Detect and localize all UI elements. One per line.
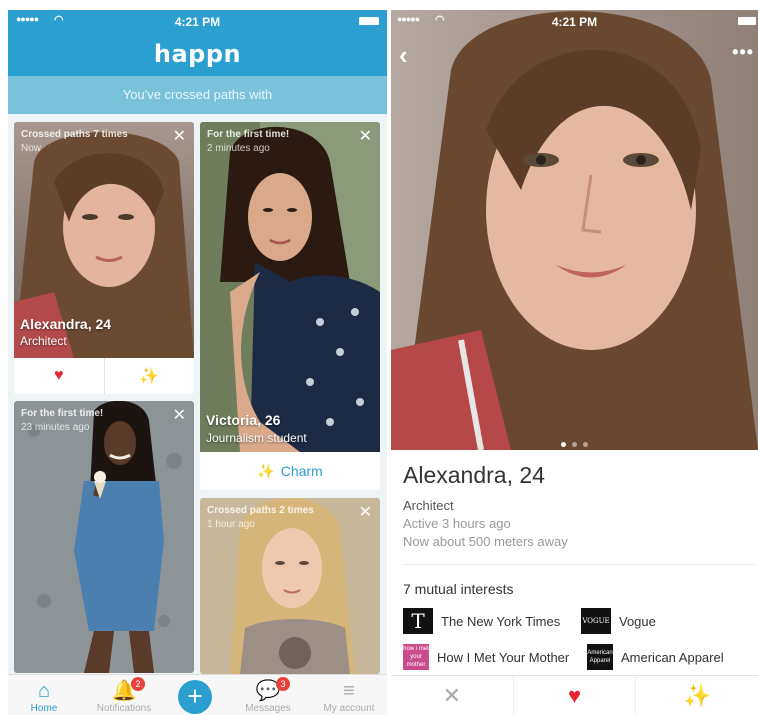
interest-item[interactable]: T The New York Times xyxy=(403,607,561,635)
home-icon: ⌂ xyxy=(37,680,51,702)
nyt-logo-icon: T xyxy=(403,608,433,634)
crossed-count: For the first time! xyxy=(21,408,104,419)
tab-my-account[interactable]: ≡ My account xyxy=(313,675,385,715)
interest-name: The New York Times xyxy=(441,613,561,629)
battery-icon xyxy=(359,17,379,25)
profile-detail-screen: ●●●●● ◠ 4:21 PM ‹ ••• Alexandra, 24 Arch… xyxy=(391,10,758,715)
notification-badge: 2 xyxy=(131,677,145,691)
like-heart-icon[interactable]: ♥ xyxy=(512,676,636,715)
charm-wand-icon[interactable]: ✨ xyxy=(103,358,195,394)
profile-photo[interactable]: For the first time! 2 minutes ago ✕ Vict… xyxy=(200,122,380,452)
profile-photo[interactable]: Crossed paths 7 times Now ✕ Alexandra, 2… xyxy=(14,122,194,358)
close-icon[interactable]: ✕ xyxy=(173,405,186,425)
status-bar: ●●●●● ◠ 4:21 PM xyxy=(391,10,758,32)
profile-name: Victoria, 26 xyxy=(206,412,281,428)
plus-icon[interactable]: + xyxy=(178,680,212,714)
profile-job: Architect xyxy=(20,334,67,348)
alexandra-large-photo-image xyxy=(391,10,758,450)
close-icon[interactable]: ✕ xyxy=(173,126,186,146)
profile-hero-photo[interactable]: ●●●●● ◠ 4:21 PM ‹ ••• xyxy=(391,10,758,450)
app-header: ●●●●● ◠ 4:21 PM happn xyxy=(8,10,387,76)
status-bar: ●●●●● ◠ 4:21 PM xyxy=(8,10,387,32)
close-icon[interactable]: ✕ xyxy=(359,126,372,146)
interest-item[interactable]: American Apparel American Apparel xyxy=(587,643,724,671)
charm-label: Charm xyxy=(280,463,323,479)
profile-card-4[interactable]: Crossed paths 2 times 1 hour ago ✕ xyxy=(200,498,380,674)
profile-card-victoria[interactable]: For the first time! 2 minutes ago ✕ Vict… xyxy=(200,122,380,490)
card-actions: ♥ ✨ xyxy=(14,358,194,394)
tab-label: My account xyxy=(323,703,375,714)
profile-photo[interactable]: Crossed paths 2 times 1 hour ago ✕ xyxy=(200,498,380,674)
charm-action[interactable]: ✨ Charm xyxy=(200,452,380,490)
app-logo: happn xyxy=(153,40,242,68)
charm-wand-icon[interactable]: ✨ xyxy=(635,676,758,715)
crossed-time: 1 hour ago xyxy=(207,519,255,530)
tab-label: Notifications xyxy=(96,703,152,714)
profile-card-3[interactable]: For the first time! 23 minutes ago ✕ xyxy=(14,401,194,673)
interest-item[interactable]: VOGUE Vogue xyxy=(581,607,656,635)
charm-button[interactable]: ✨ Charm xyxy=(200,452,380,490)
crossed-count: Crossed paths 7 times xyxy=(21,129,128,140)
pager-dot[interactable] xyxy=(572,442,577,447)
profile-active-status: Active 3 hours ago xyxy=(403,516,511,531)
profile-distance: Now about 500 meters away xyxy=(403,534,568,549)
profile-name: Alexandra, 24 xyxy=(403,462,545,488)
profile-job: Journalism student xyxy=(206,431,307,445)
crossed-paths-banner: You've crossed paths with xyxy=(8,76,387,114)
bell-icon: 🔔 xyxy=(111,680,137,702)
crossed-count: Crossed paths 2 times xyxy=(207,505,314,516)
photo-pager[interactable] xyxy=(391,434,758,450)
interest-name: American Apparel xyxy=(621,649,724,665)
status-time: 4:21 PM xyxy=(174,15,221,29)
message-badge: 3 xyxy=(276,677,290,691)
tab-messages[interactable]: 💬 3 Messages xyxy=(236,675,300,715)
happn-feed-screen: ●●●●● ◠ 4:21 PM happn You've crossed pat… xyxy=(8,10,387,715)
american-apparel-logo-icon: American Apparel xyxy=(587,644,613,670)
profile-photo[interactable]: For the first time! 23 minutes ago ✕ xyxy=(14,401,194,673)
vogue-logo-icon: VOGUE xyxy=(581,608,611,634)
crossed-count: For the first time! xyxy=(207,129,290,140)
close-icon[interactable]: ✕ xyxy=(359,502,372,522)
bottom-tab-bar: ⌂ Home 🔔 2 Notifications + 💬 3 Messages … xyxy=(8,674,387,715)
profile-action-bar: ✕ ♥ ✨ xyxy=(391,675,758,715)
divider xyxy=(403,564,758,565)
back-chevron-icon[interactable]: ‹ xyxy=(399,40,408,71)
profile-card-alexandra[interactable]: Crossed paths 7 times Now ✕ Alexandra, 2… xyxy=(14,122,194,394)
chat-icon: 💬 xyxy=(255,680,281,702)
woman-wall-photo-image xyxy=(14,401,194,673)
interest-name: How I Met Your Mother xyxy=(437,649,570,665)
tab-label: Home xyxy=(30,703,58,714)
crossed-time: 2 minutes ago xyxy=(207,143,270,154)
tab-home[interactable]: ⌂ Home xyxy=(12,675,76,715)
profile-name: Alexandra, 24 xyxy=(20,316,112,332)
crossed-time: 23 minutes ago xyxy=(21,422,90,433)
pager-dot[interactable] xyxy=(561,442,566,447)
tab-notifications[interactable]: 🔔 2 Notifications xyxy=(84,675,164,715)
dismiss-close-icon[interactable]: ✕ xyxy=(391,676,513,715)
crossed-time: Now xyxy=(21,143,42,154)
interest-name: Vogue xyxy=(619,613,656,629)
profile-job: Architect xyxy=(403,498,454,513)
tab-label: Messages xyxy=(245,703,291,714)
like-heart-icon[interactable]: ♥ xyxy=(14,358,104,394)
charm-wand-icon: ✨ xyxy=(257,462,275,479)
victoria-photo-image xyxy=(200,122,380,452)
more-options-icon[interactable]: ••• xyxy=(732,42,754,63)
status-time: 4:21 PM xyxy=(551,15,598,29)
mutual-interests-title: 7 mutual interests xyxy=(403,581,514,597)
menu-icon: ≡ xyxy=(343,680,355,702)
interest-item[interactable]: how i met your mother How I Met Your Mot… xyxy=(403,643,570,671)
pager-dot[interactable] xyxy=(583,442,588,447)
himym-logo-icon: how i met your mother xyxy=(403,644,429,670)
battery-icon xyxy=(738,17,756,25)
